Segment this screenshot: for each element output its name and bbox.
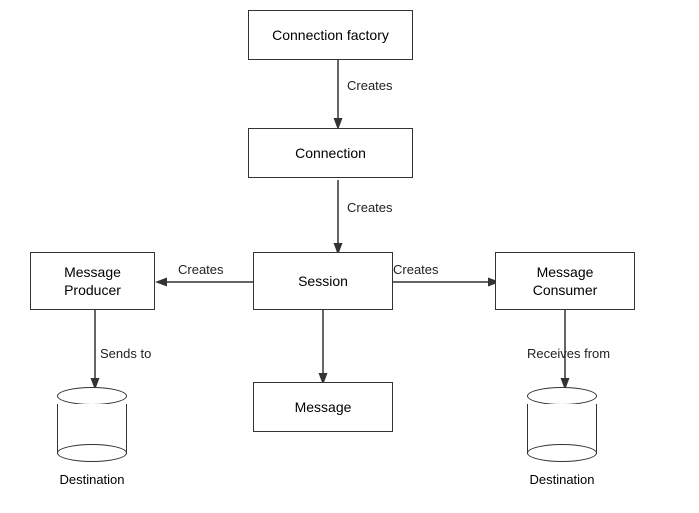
message-box: Message (253, 382, 393, 432)
session-box: Session (253, 252, 393, 310)
connection-factory-box: Connection factory (248, 10, 413, 60)
receives-from-label: Receives from (527, 346, 610, 361)
message-consumer-label: MessageConsumer (533, 263, 598, 299)
creates-label-3: Creates (178, 262, 224, 277)
message-producer-box: MessageProducer (30, 252, 155, 310)
creates-label-2: Creates (347, 200, 393, 215)
left-destination-label: Destination (59, 472, 124, 487)
connection-box: Connection (248, 128, 413, 178)
right-destination-cylinder: Destination (527, 386, 597, 487)
message-label: Message (295, 398, 352, 416)
cyl-bottom-left (57, 444, 127, 462)
message-producer-label: MessageProducer (64, 263, 121, 299)
left-destination-cylinder: Destination (57, 386, 127, 487)
creates-label-4: Creates (393, 262, 439, 277)
message-consumer-box: MessageConsumer (495, 252, 635, 310)
cyl-body-left (57, 404, 127, 454)
cyl-body-right (527, 404, 597, 454)
diagram: Connection factory Creates Connection Cr… (0, 0, 699, 513)
cyl-top-right (527, 387, 597, 405)
creates-label-1: Creates (347, 78, 393, 93)
connection-factory-label: Connection factory (272, 26, 389, 44)
session-label: Session (298, 272, 348, 290)
right-destination-label: Destination (529, 472, 594, 487)
cyl-top-left (57, 387, 127, 405)
connection-label: Connection (295, 144, 366, 162)
sends-to-label: Sends to (100, 346, 151, 361)
cyl-bottom-right (527, 444, 597, 462)
